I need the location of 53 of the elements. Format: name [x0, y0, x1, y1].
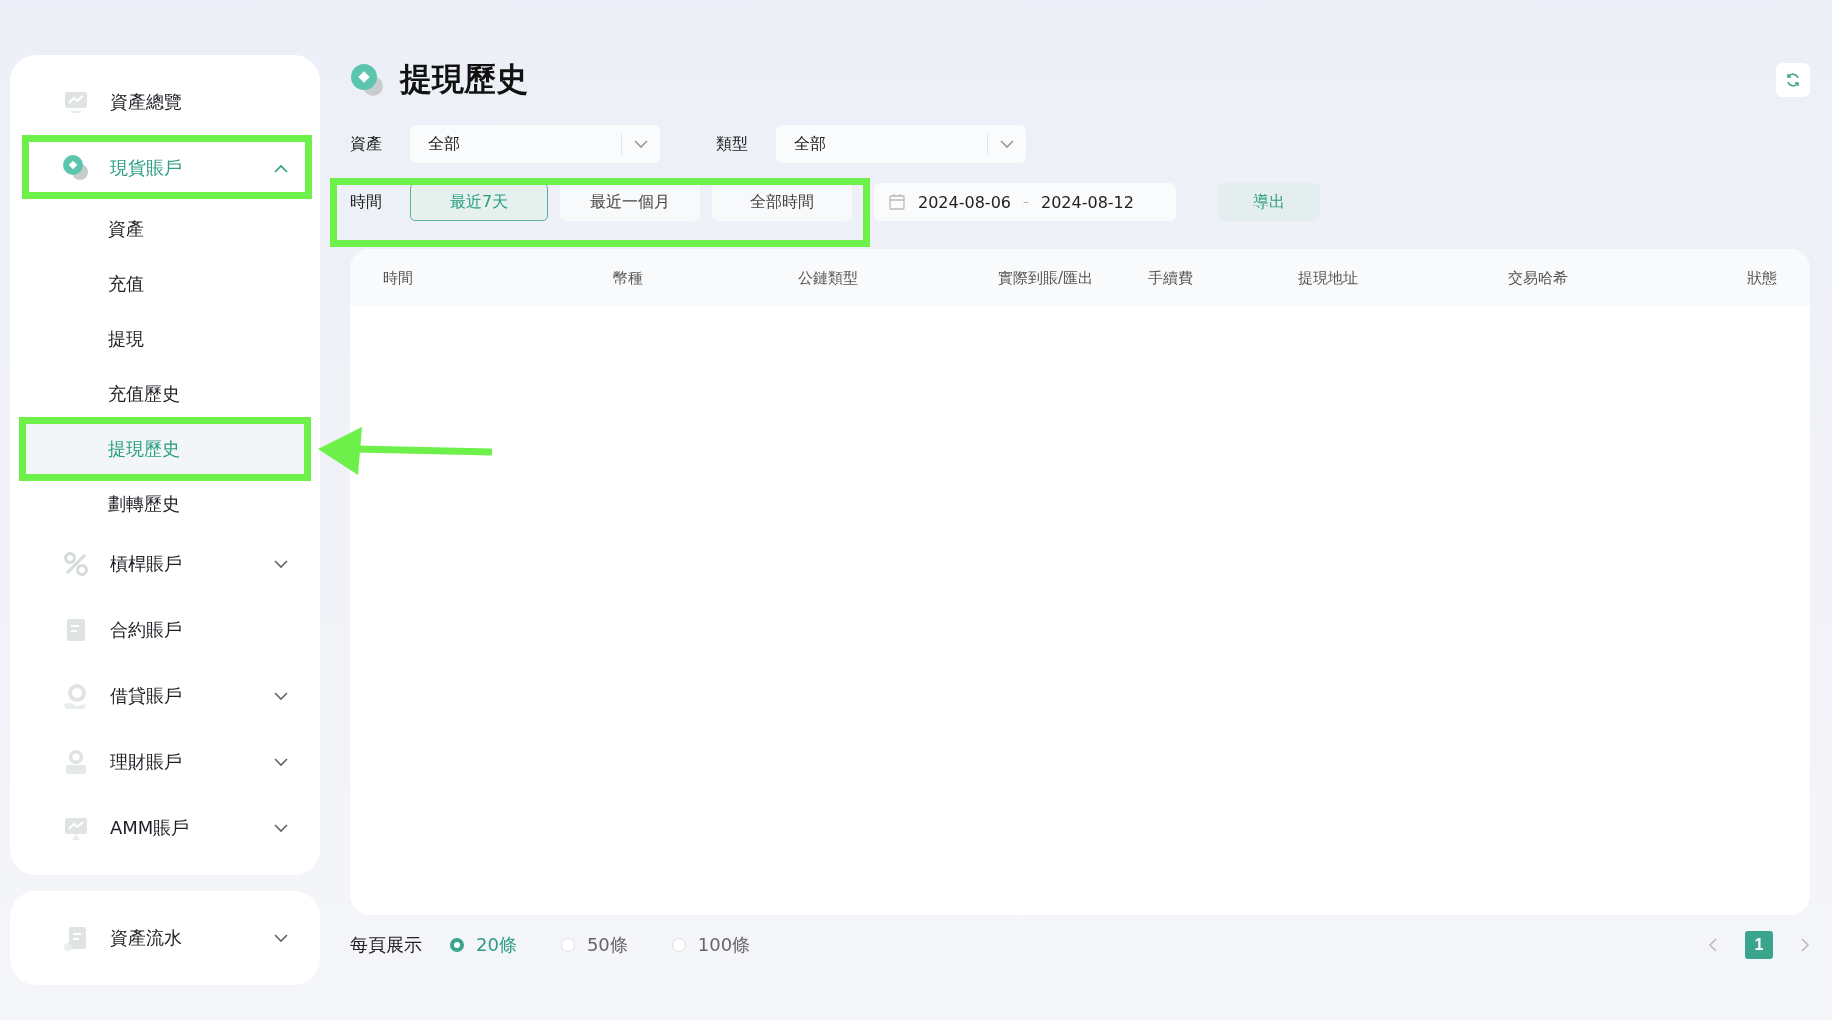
column-header: 手續費: [1148, 268, 1194, 288]
calendar-icon: [888, 193, 906, 211]
column-header: 公鏈類型: [798, 268, 859, 288]
chevron-down-icon: [1000, 139, 1014, 149]
chevron-down-icon: [274, 757, 288, 767]
sidebar-item[interactable]: 借貸賬戶: [22, 663, 308, 729]
chevron-down-icon: [274, 691, 288, 701]
chevron-down-icon: [274, 933, 288, 943]
sidebar-item[interactable]: 資產流水: [22, 905, 308, 971]
previous-page-icon[interactable]: [1708, 938, 1717, 952]
column-header: 實際到賬/匯出: [998, 268, 1095, 288]
chevron-down-icon: [274, 823, 288, 833]
chevron-up-icon: [274, 163, 288, 173]
sidebar-subitem[interactable]: 充值: [22, 256, 308, 311]
date-separator: –: [1023, 195, 1029, 209]
coin-icon: [62, 154, 90, 182]
filter-label: 時間: [350, 191, 383, 213]
dropdown-select[interactable]: 全部: [776, 125, 1026, 163]
radio-label[interactable]: 50條: [586, 933, 628, 957]
sidebar-item[interactable]: 資產總覽: [22, 69, 308, 135]
dropdown-select[interactable]: 全部: [410, 125, 660, 163]
column-header: 幣種: [613, 268, 644, 288]
sidebar-item[interactable]: 槓桿賬戶: [22, 531, 308, 597]
sidebar-item[interactable]: 現貨賬戶: [22, 135, 308, 201]
sidebar-subitem[interactable]: 充值歷史: [22, 366, 308, 421]
sidebar-item[interactable]: AMM賬戶: [22, 795, 308, 861]
time-range-button[interactable]: 全部時間: [712, 183, 852, 221]
sidebar-item[interactable]: 合約賬戶: [22, 597, 308, 663]
filter-label: 資產: [350, 133, 383, 155]
refresh-icon: [1785, 72, 1801, 88]
date-range-field[interactable]: 2024-08-06 – 2024-08-12: [874, 183, 1176, 221]
filter-label: 類型: [716, 133, 749, 155]
sidebar-subitem[interactable]: 提現: [22, 311, 308, 366]
refresh-button[interactable]: [1776, 63, 1810, 97]
page-title: 提現歷史: [400, 59, 529, 100]
time-range-button[interactable]: 最近一個月: [560, 183, 700, 221]
column-header: 提現地址: [1298, 268, 1359, 288]
column-header: 交易哈希: [1508, 268, 1569, 288]
start-date: 2024-08-06: [918, 192, 1011, 212]
chevron-down-icon: [274, 559, 288, 569]
coin-icon: [350, 63, 384, 97]
next-page-icon[interactable]: [1801, 938, 1810, 952]
page-size-label: 每頁展示: [350, 933, 422, 957]
radio-label[interactable]: 100條: [697, 933, 751, 957]
chevron-down-icon: [634, 139, 648, 149]
sidebar-item[interactable]: 理財賬戶: [22, 729, 308, 795]
percent-icon: [62, 550, 90, 578]
sidebar-subitem[interactable]: 劃轉歷史: [22, 476, 308, 531]
radio-button[interactable]: [450, 938, 464, 952]
end-date: 2024-08-12: [1041, 192, 1134, 212]
column-header: 狀態: [1746, 268, 1777, 288]
sidebar-subitem[interactable]: 資產: [22, 201, 308, 256]
column-header: 時間: [383, 268, 414, 288]
